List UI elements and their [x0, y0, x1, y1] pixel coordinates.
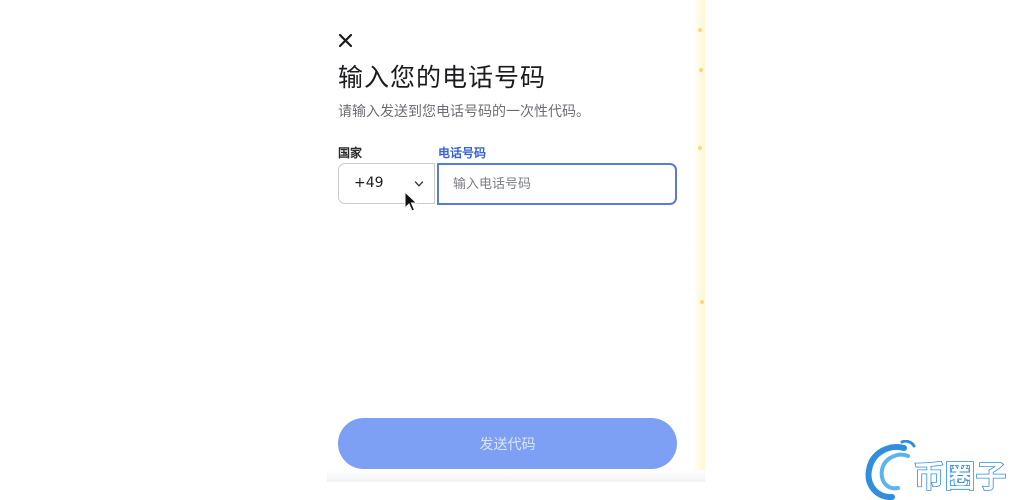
close-icon	[338, 33, 353, 48]
watermark-logo-icon	[865, 440, 916, 500]
watermark: 币圈子	[862, 440, 1016, 500]
page-title: 输入您的电话号码	[338, 63, 547, 92]
screen: 输入您的电话号码 请输入发送到您电话号码的一次性代码。 国家 电话号码 +49 …	[0, 0, 1016, 500]
background-dot	[698, 28, 702, 32]
phone-number-input[interactable]	[437, 163, 677, 205]
background-dot	[698, 146, 702, 150]
close-button[interactable]	[336, 30, 356, 50]
phone-label: 电话号码	[438, 146, 487, 160]
mouse-cursor-icon	[404, 191, 418, 212]
chevron-down-icon	[414, 181, 424, 187]
background-dot	[699, 68, 703, 72]
watermark-text: 币圈子	[913, 459, 1007, 496]
background-edge	[694, 0, 705, 480]
page-subtitle: 请输入发送到您电话号码的一次性代码。	[338, 104, 590, 120]
panel-bottom-edge	[327, 470, 705, 482]
country-code-select[interactable]: +49	[338, 163, 435, 204]
country-code-value: +49	[354, 175, 384, 191]
country-label: 国家	[338, 146, 363, 160]
background-dot	[700, 300, 704, 304]
send-code-button[interactable]: 发送代码	[338, 418, 677, 469]
